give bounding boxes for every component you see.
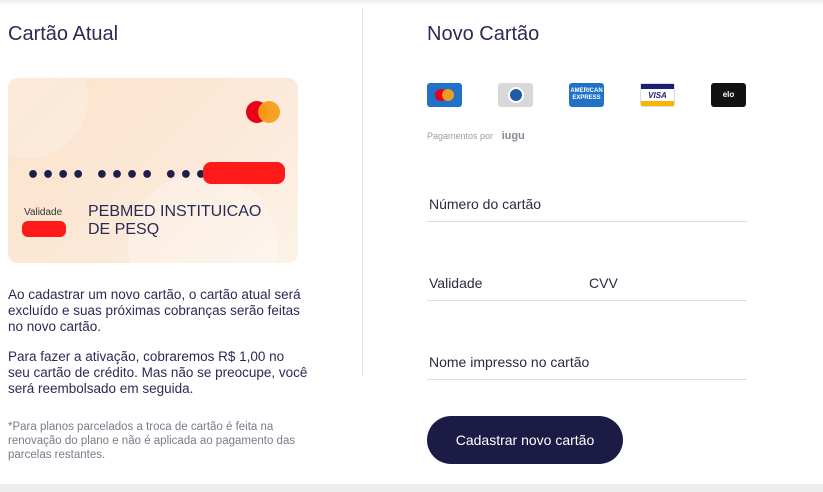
mastercard-icon: [246, 101, 280, 123]
cvv-label: CVV: [589, 275, 618, 291]
current-card-title: Cartão Atual: [8, 23, 119, 45]
card-decoration: [8, 78, 88, 158]
american-express-icon: AMERICAN EXPRESS: [569, 83, 604, 107]
info-paragraph-charge: Para fazer a ativação, cobraremos R$ 1,0…: [8, 349, 308, 396]
validity-field[interactable]: Validade: [427, 275, 587, 301]
current-card: •••• •••• •••• Validade PEBMED INSTITUIC…: [8, 78, 298, 263]
installments-footnote: *Para planos parcelados a troca de cartã…: [8, 421, 296, 461]
redacted-validity: [22, 221, 66, 237]
validity-label: Validade: [429, 275, 483, 291]
top-shadow: [0, 0, 823, 6]
card-holder-name-field[interactable]: Nome impresso no cartão: [427, 354, 747, 380]
iugu-logo: iugu: [501, 130, 525, 142]
column-divider: [362, 8, 363, 376]
elo-icon: elo: [711, 83, 746, 107]
payments-by-text: Pagamentos por: [427, 131, 494, 141]
new-card-title: Novo Cartão: [427, 23, 540, 45]
card-number-field[interactable]: Número do cartão: [427, 196, 747, 222]
card-number-label: Número do cartão: [429, 196, 542, 212]
card-validity-label: Validade: [24, 207, 63, 218]
card-holder-name: PEBMED INSTITUICAO DE PESQ: [88, 203, 262, 238]
diners-club-icon: [498, 83, 533, 107]
mastercard-icon: [427, 83, 462, 107]
bottom-bar: [0, 484, 823, 492]
info-paragraph-replace: Ao cadastrar um novo cartão, o cartão at…: [8, 287, 301, 334]
visa-icon: VISA: [640, 83, 675, 107]
cvv-field[interactable]: CVV: [587, 275, 747, 301]
redacted-card-digits: [203, 162, 285, 184]
card-masked-number: •••• •••• ••••: [26, 163, 225, 188]
payments-by-label: Pagamentos por iugu: [427, 130, 525, 142]
register-new-card-button[interactable]: Cadastrar novo cartão: [427, 416, 623, 464]
card-holder-name-label: Nome impresso no cartão: [429, 354, 590, 370]
